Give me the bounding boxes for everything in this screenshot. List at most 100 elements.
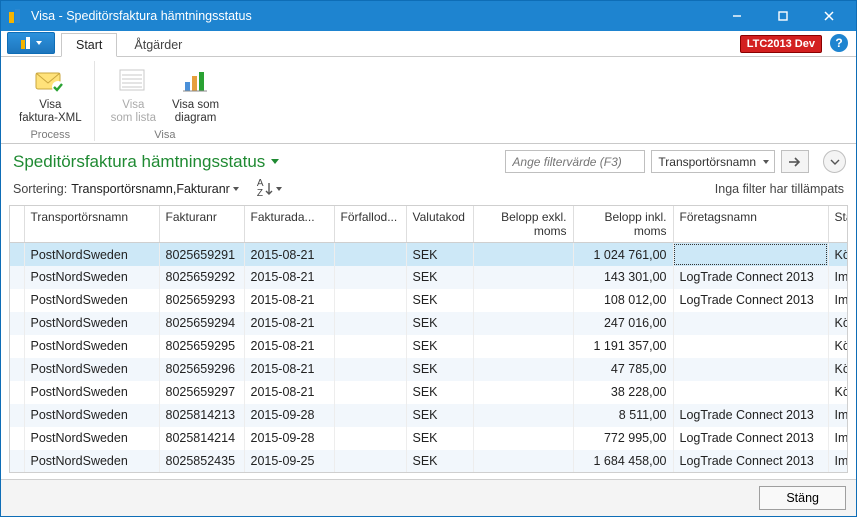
- cell-due-date[interactable]: [334, 450, 406, 473]
- cell-transporter[interactable]: PostNordSweden: [24, 450, 159, 473]
- row-selector[interactable]: [10, 358, 24, 381]
- row-selector[interactable]: [10, 427, 24, 450]
- cell-company[interactable]: LogTrade Connect 2013: [673, 289, 828, 312]
- cell-currency[interactable]: SEK: [406, 358, 473, 381]
- cell-transporter[interactable]: PostNordSweden: [24, 243, 159, 266]
- row-selector[interactable]: [10, 381, 24, 404]
- cell-due-date[interactable]: [334, 427, 406, 450]
- filter-value-input[interactable]: [505, 150, 645, 173]
- cell-status[interactable]: Importerad: [828, 404, 848, 427]
- options-button[interactable]: [823, 150, 846, 173]
- cell-due-date[interactable]: [334, 312, 406, 335]
- cell-invoice-date[interactable]: 2015-08-21: [244, 358, 334, 381]
- row-selector[interactable]: [10, 335, 24, 358]
- cell-amount-incl[interactable]: 8 511,00: [573, 404, 673, 427]
- cell-amount-excl[interactable]: [473, 427, 573, 450]
- cell-amount-excl[interactable]: [473, 266, 573, 289]
- cell-due-date[interactable]: [334, 243, 406, 266]
- row-selector-header[interactable]: [10, 206, 24, 243]
- cell-currency[interactable]: SEK: [406, 266, 473, 289]
- cell-company[interactable]: [673, 358, 828, 381]
- cell-due-date[interactable]: [334, 289, 406, 312]
- cell-currency[interactable]: SEK: [406, 243, 473, 266]
- tab-actions[interactable]: Åtgärder: [119, 33, 197, 56]
- cell-status[interactable]: Köad: [828, 381, 848, 404]
- close-button[interactable]: [806, 1, 852, 31]
- cell-company[interactable]: LogTrade Connect 2013: [673, 450, 828, 473]
- close-page-button[interactable]: Stäng: [759, 486, 846, 510]
- maximize-button[interactable]: [760, 1, 806, 31]
- cell-currency[interactable]: SEK: [406, 404, 473, 427]
- table-row[interactable]: PostNordSweden80256592942015-08-21SEK247…: [10, 312, 848, 335]
- page-title-dropdown[interactable]: Speditörsfaktura hämtningsstatus: [13, 152, 279, 172]
- cell-currency[interactable]: SEK: [406, 381, 473, 404]
- cell-amount-incl[interactable]: 772 995,00: [573, 427, 673, 450]
- cell-invoice-no[interactable]: 8025659294: [159, 312, 244, 335]
- table-row[interactable]: PostNordSweden80256592912015-08-21 SEK 1 0…: [10, 243, 848, 266]
- cell-invoice-date[interactable]: 2015-09-28: [244, 427, 334, 450]
- row-selector[interactable]: [10, 404, 24, 427]
- cell-status[interactable]: Köad: [828, 243, 848, 266]
- cell-due-date[interactable]: [334, 404, 406, 427]
- table-row[interactable]: PostNordSweden80256592932015-08-21SEK108…: [10, 289, 848, 312]
- cell-transporter[interactable]: PostNordSweden: [24, 404, 159, 427]
- cell-status[interactable]: Importerad: [828, 266, 848, 289]
- table-row[interactable]: PostNordSweden80258142132015-09-28SEK8 5…: [10, 404, 848, 427]
- table-row[interactable]: PostNordSweden80258524352015-09-25SEK1 6…: [10, 450, 848, 473]
- cell-invoice-no[interactable]: 8025659296: [159, 358, 244, 381]
- cell-amount-incl[interactable]: 1 191 357,00: [573, 335, 673, 358]
- cell-amount-excl[interactable]: [473, 381, 573, 404]
- cell-due-date[interactable]: [334, 381, 406, 404]
- cell-amount-incl[interactable]: 1 024 761,00: [573, 243, 673, 266]
- row-selector[interactable]: [10, 450, 24, 473]
- cell-transporter[interactable]: PostNordSweden: [24, 289, 159, 312]
- table-row[interactable]: PostNordSweden80258142142015-09-28 SEK 772…: [10, 427, 848, 450]
- cell-invoice-no[interactable]: 8025659293: [159, 289, 244, 312]
- cell-invoice-date[interactable]: 2015-08-21: [244, 312, 334, 335]
- row-selector[interactable]: [10, 289, 24, 312]
- cell-invoice-no[interactable]: 8025814214: [159, 427, 244, 450]
- table-row[interactable]: PostNordSweden80256592922015-08-21SEK143…: [10, 266, 848, 289]
- cell-amount-excl[interactable]: [473, 312, 573, 335]
- col-currency[interactable]: Valutakod: [406, 206, 473, 243]
- cell-invoice-no[interactable]: 8025852435: [159, 450, 244, 473]
- cell-due-date[interactable]: [334, 358, 406, 381]
- col-due-date[interactable]: Förfallod...: [334, 206, 406, 243]
- row-selector[interactable]: [10, 243, 24, 266]
- cell-transporter[interactable]: PostNordSweden: [24, 427, 159, 450]
- cell-status[interactable]: Köad: [828, 358, 848, 381]
- cell-amount-incl[interactable]: 247 016,00: [573, 312, 673, 335]
- row-selector[interactable]: [10, 266, 24, 289]
- col-invoice-date[interactable]: Fakturada...: [244, 206, 334, 243]
- sort-field-dropdown[interactable]: Transportörsnamn,Fakturanr: [71, 182, 239, 196]
- cell-transporter[interactable]: PostNordSweden: [24, 335, 159, 358]
- cell-status[interactable]: Importerad: [828, 289, 848, 312]
- col-status[interactable]: Status: [828, 206, 848, 243]
- cell-amount-excl[interactable]: [473, 243, 573, 266]
- cell-amount-excl[interactable]: [473, 404, 573, 427]
- filter-field-dropdown[interactable]: Transportörsnamn: [651, 150, 775, 173]
- cell-invoice-date[interactable]: 2015-09-25: [244, 450, 334, 473]
- cell-invoice-no[interactable]: 8025814213: [159, 404, 244, 427]
- table-row[interactable]: PostNordSweden80256592962015-08-21SEK47 …: [10, 358, 848, 381]
- show-invoice-xml-button[interactable]: Visa faktura-XML: [13, 61, 88, 127]
- table-row[interactable]: PostNordSweden80256592952015-08-21SEK1 1…: [10, 335, 848, 358]
- sort-order-button[interactable]: AZ: [257, 179, 282, 199]
- cell-status[interactable]: Importerad: [828, 450, 848, 473]
- cell-invoice-no[interactable]: 8025659291: [159, 243, 244, 266]
- cell-invoice-date[interactable]: 2015-08-21: [244, 289, 334, 312]
- cell-transporter[interactable]: PostNordSweden: [24, 358, 159, 381]
- cell-status[interactable]: Köad: [828, 312, 848, 335]
- help-button[interactable]: ?: [830, 34, 848, 52]
- cell-amount-excl[interactable]: [473, 450, 573, 473]
- cell-status[interactable]: Köad: [828, 335, 848, 358]
- cell-transporter[interactable]: PostNordSweden: [24, 266, 159, 289]
- cell-company[interactable]: [673, 335, 828, 358]
- cell-due-date[interactable]: [334, 335, 406, 358]
- cell-invoice-date[interactable]: 2015-08-21: [244, 243, 334, 266]
- col-company[interactable]: Företagsnamn: [673, 206, 828, 243]
- cell-invoice-date[interactable]: 2015-08-21: [244, 335, 334, 358]
- col-invoice-no[interactable]: Fakturanr: [159, 206, 244, 243]
- cell-currency[interactable]: SEK: [406, 427, 473, 450]
- cell-invoice-no[interactable]: 8025659297: [159, 381, 244, 404]
